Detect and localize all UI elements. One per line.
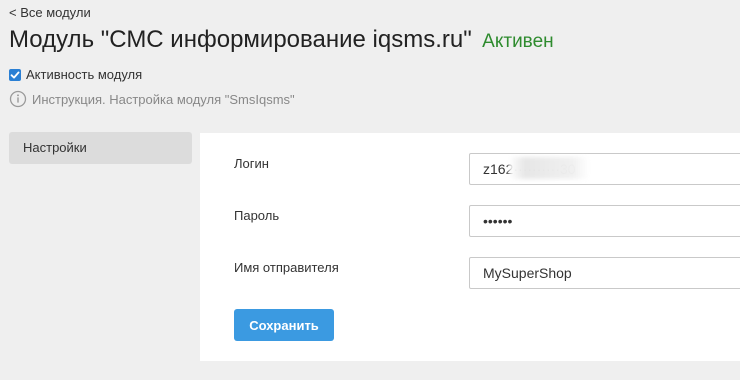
- sender-name-input[interactable]: [469, 257, 740, 289]
- module-active-row[interactable]: Активность модуля: [9, 67, 142, 82]
- status-badge: Активен: [482, 31, 554, 52]
- back-to-modules-link[interactable]: < Все модули: [9, 5, 91, 20]
- title-row: Модуль "СМС информирование iqsms.ru" Акт…: [9, 26, 554, 54]
- save-button[interactable]: Сохранить: [234, 309, 334, 341]
- sidebar-item-label: Настройки: [23, 140, 87, 155]
- settings-panel: Логин Пароль Имя отправителя Сохранить: [200, 133, 740, 361]
- password-input[interactable]: [469, 205, 740, 237]
- sender-name-label: Имя отправителя: [234, 260, 339, 275]
- password-label: Пароль: [234, 208, 280, 223]
- redacted-login-blur: [509, 157, 589, 179]
- page-title: Модуль "СМС информирование iqsms.ru": [9, 26, 472, 53]
- info-icon: [9, 90, 27, 108]
- instruction-link[interactable]: Инструкция. Настройка модуля "SmsIqsms": [32, 92, 295, 107]
- module-active-checkbox[interactable]: [9, 68, 21, 81]
- instruction-row: Инструкция. Настройка модуля "SmsIqsms": [9, 90, 295, 108]
- login-label: Логин: [234, 156, 269, 171]
- sidebar-item-settings[interactable]: Настройки: [9, 132, 192, 164]
- checkmark-icon: [10, 71, 20, 78]
- module-active-label: Активность модуля: [26, 67, 143, 82]
